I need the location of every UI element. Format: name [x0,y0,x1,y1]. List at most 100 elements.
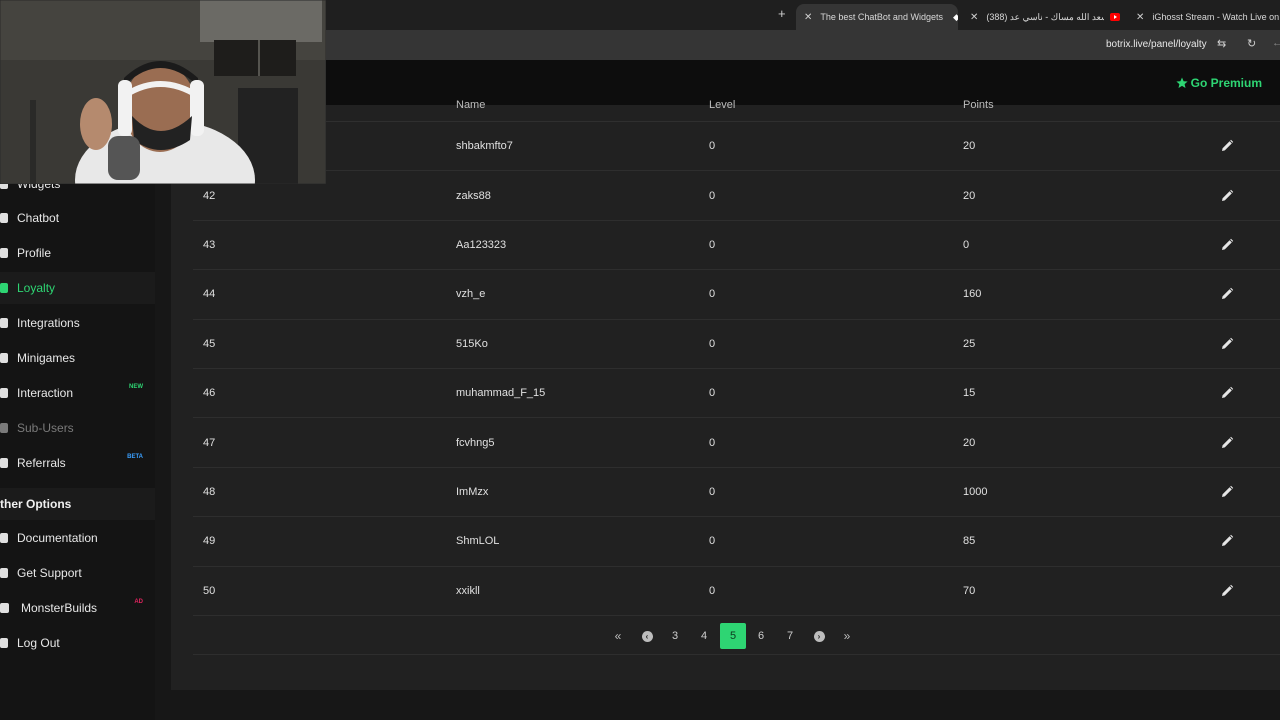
last-page-button[interactable]: » [834,623,860,649]
table-row: 48 ImMzx 0 1000 [193,468,1280,518]
sidebar-item-label: Interaction [17,386,74,400]
row-id: 48 [203,485,216,498]
first-page-button[interactable]: « [605,623,631,649]
botrix-favicon-icon: ◆ [952,11,958,22]
table-row: 47 fcvhng5 0 20 [193,418,1280,468]
column-header-level[interactable]: Level [709,99,735,111]
new-badge: NEW [129,384,143,390]
go-premium-button[interactable]: Go Premium [1176,76,1262,90]
tab-botrix[interactable]: ✕ The best ChatBot and Widgets ◆ [796,4,958,30]
user-name: zaks88 [456,189,491,202]
page-button[interactable]: 7 [777,623,803,649]
user-level: 0 [709,387,716,400]
row-id: 43 [203,238,216,251]
user-level: 0 [709,584,716,597]
user-level: 0 [709,485,716,498]
sidebar-item-label: Referrals [17,456,66,470]
table-row: 45 515Ko 0 25 [193,320,1280,369]
tab-title: The best ChatBot and Widgets [820,12,943,22]
user-level: 0 [709,288,716,301]
sidebar: Widgets Chatbot Profile Loyalty Integrat… [0,105,155,720]
user-points: 25 [963,337,976,350]
laptop-icon [0,603,9,613]
close-tab-icon[interactable]: ✕ [970,12,978,23]
sidebar-item-documentation[interactable]: Documentation [0,522,155,554]
reload-icon[interactable]: ↻ [1247,37,1256,50]
robot-icon [0,213,8,223]
sidebar-item-sub-users[interactable]: Sub-Users [0,412,155,444]
edit-pencil-icon[interactable] [1220,584,1234,598]
sidebar-item-interaction[interactable]: Interaction NEW [0,377,155,409]
table-row: 43 Aa123323 0 0 [193,221,1280,271]
sidebar-item-label: Get Support [17,566,82,580]
table-row: 50 xxikll 0 70 [193,567,1280,616]
table-row: 44 vzh_e 0 160 [193,270,1280,320]
section-title: ther Options [0,497,72,511]
edit-pencil-icon[interactable] [1220,337,1234,351]
sidebar-item-referrals[interactable]: Referrals BETA [0,447,155,479]
sidebar-item-loyalty[interactable]: Loyalty [0,272,155,304]
user-level: 0 [709,436,716,449]
user-name: fcvhng5 [456,436,495,449]
site-settings-icon[interactable]: ⇆ [1217,37,1226,50]
sidebar-item-profile[interactable]: Profile [0,237,155,269]
edit-pencil-icon[interactable] [1220,485,1234,499]
gamepad-icon [0,353,8,363]
user-points: 20 [963,436,976,449]
sidebar-item-monsterbuilds[interactable]: MonsterBuilds AD [0,592,155,624]
edit-pencil-icon[interactable] [1220,436,1234,450]
edit-pencil-icon[interactable] [1220,189,1234,203]
page-button[interactable]: 6 [748,623,774,649]
user-points: 15 [963,387,976,400]
user-name: vzh_e [456,288,486,301]
page-button[interactable]: 4 [691,623,717,649]
table-header: Name Level Points [193,99,1280,122]
edit-pencil-icon[interactable] [1220,139,1234,153]
sidebar-item-chatbot[interactable]: Chatbot [0,202,155,234]
pagination: « ‹ 3 4 5 6 7 › » [193,620,1280,655]
row-id: 47 [203,436,216,449]
tab-kick[interactable]: ✕ iGhosst Stream - Watch Live on [1132,4,1280,30]
ad-badge: AD [134,599,143,605]
edit-pencil-icon[interactable] [1220,287,1234,301]
user-name: ShmLOL [456,535,500,548]
table-row: 42 zaks88 0 20 [193,171,1280,221]
page-button-current[interactable]: 5 [720,623,746,649]
tab-title: iGhosst Stream - Watch Live on [1152,12,1280,22]
sidebar-item-get-support[interactable]: Get Support [0,557,155,589]
sidebar-item-integrations[interactable]: Integrations [0,307,155,339]
webcam-image [0,0,326,184]
back-icon[interactable]: ← [1272,37,1280,49]
close-tab-icon[interactable]: ✕ [804,12,812,23]
sidebar-item-log-out[interactable]: Log Out [0,627,155,659]
star-icon [1176,77,1188,88]
close-tab-icon[interactable]: ✕ [1136,12,1144,23]
url-field[interactable]: botrix.live/panel/loyalty [1106,39,1207,50]
new-tab-button[interactable]: + [778,6,786,21]
webcam-overlay [0,0,326,184]
prev-page-button[interactable]: ‹ [634,623,660,649]
next-page-button[interactable]: › [806,623,832,649]
id-card-icon [0,248,8,258]
sidebar-item-label: Chatbot [17,211,60,225]
user-level: 0 [709,535,716,548]
edit-pencil-icon[interactable] [1220,386,1234,400]
sidebar-item-label: Documentation [17,531,98,545]
edit-pencil-icon[interactable] [1220,238,1234,252]
tab-youtube[interactable]: ✕ (388) أسعد الله مساك - ناسي عد [966,4,1124,30]
sidebar-item-label: Loyalty [17,281,56,295]
user-name: 515Ko [456,337,488,350]
user-points: 160 [963,288,982,301]
table-row: 46 muhammad_F_15 0 15 [193,369,1280,419]
trophy-icon [0,283,8,293]
sidebar-item-label: Minigames [17,351,76,365]
column-header-name[interactable]: Name [456,99,485,111]
row-id: 44 [203,288,216,301]
sidebar-item-label: Profile [17,246,52,260]
user-level: 0 [709,140,716,153]
column-header-points[interactable]: Points [963,99,994,111]
user-name: xxikll [456,584,480,597]
edit-pencil-icon[interactable] [1220,534,1234,548]
sidebar-item-minigames[interactable]: Minigames [0,342,155,374]
page-button[interactable]: 3 [662,623,688,649]
